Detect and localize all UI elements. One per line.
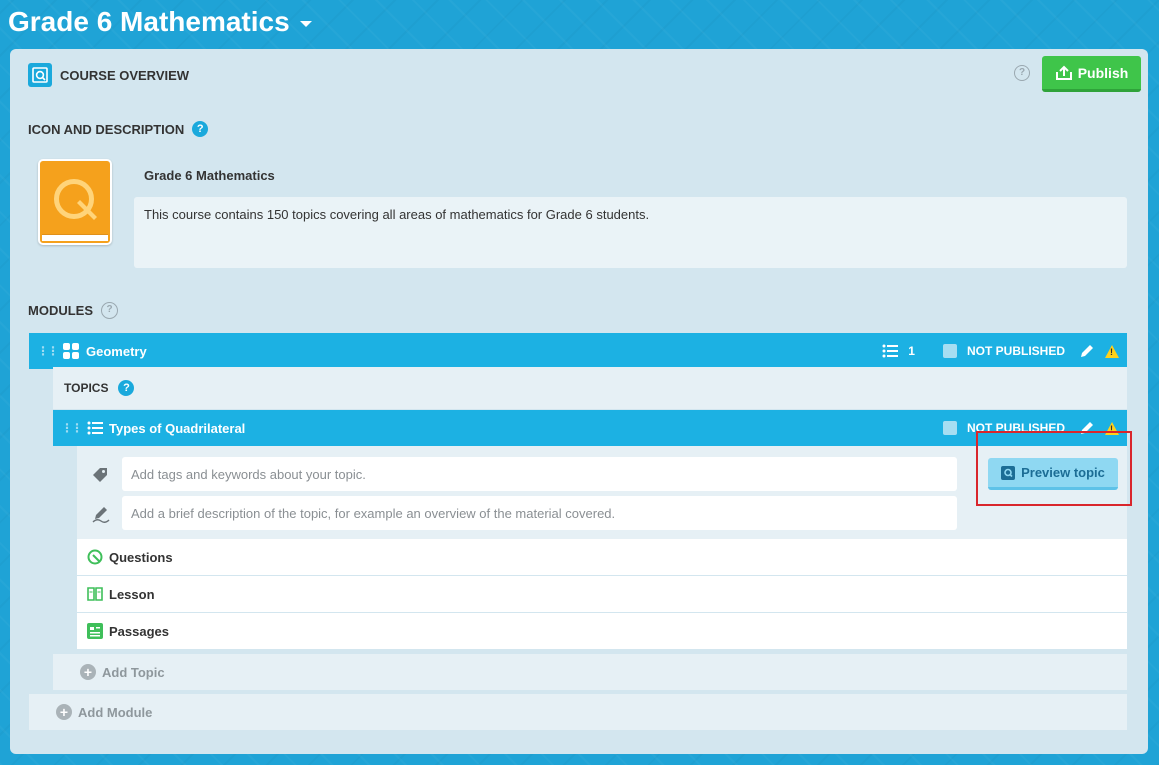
module-bar-actions: 1 NOT PUBLISHED ! [882,333,1119,369]
panel-header: COURSE OVERVIEW [28,63,189,87]
module-topic-count: 1 [908,344,915,358]
module-grid-icon [63,343,79,359]
topics-label: TOPICS [64,381,109,395]
icon-description-help-icon[interactable]: ? [192,121,209,137]
topic-name: Types of Quadrilateral [109,420,246,436]
course-name[interactable]: Grade 6 Mathematics [144,168,275,183]
add-module-button[interactable]: + Add Module [29,694,1127,730]
add-module-label: Add Module [78,704,153,720]
content-row-lesson[interactable]: Lesson [77,576,1127,612]
tag-icon [93,468,107,482]
topics-help-icon[interactable]: ? [118,380,135,396]
warning-icon[interactable]: ! [1105,344,1119,358]
lesson-book-icon [87,587,103,601]
passages-icon [87,623,103,639]
module-bar-geometry[interactable]: ⋮⋮ Geometry 1 NOT PUBLISHED ! [29,333,1127,369]
add-topic-plus-icon: + [80,664,96,680]
publish-label: Publish [1077,64,1129,81]
topic-tags-input[interactable]: Add tags and keywords about your topic. [122,457,957,491]
content-label-questions: Questions [109,549,173,565]
preview-highlight-box [976,431,1132,506]
icon-description-label: ICON AND DESCRIPTION [28,121,185,137]
caret-down-icon [299,21,312,27]
topics-heading: TOPICS ? [53,367,1127,409]
panel-title: COURSE OVERVIEW [60,67,190,83]
drag-handle-icon[interactable]: ⋮⋮ [37,344,59,358]
topic-list-icon [87,421,103,435]
content-label-lesson: Lesson [109,586,155,602]
icon-description-heading: ICON AND DESCRIPTION ? [28,121,209,137]
topic-drag-handle-icon[interactable]: ⋮⋮ [61,421,83,435]
add-topic-label: Add Topic [102,664,165,680]
course-description-field[interactable]: This course contains 150 topics covering… [134,197,1127,268]
course-overview-icon [28,63,52,87]
overview-help-icon[interactable]: ? [1014,65,1030,81]
modules-label: MODULES [28,303,93,318]
add-module-plus-icon: + [56,704,72,720]
modules-help-icon[interactable]: ? [101,302,118,319]
course-book-pages [42,234,108,241]
course-title: Grade 6 Mathematics [8,6,290,37]
publish-button[interactable]: Publish [1042,56,1141,92]
course-book-icon[interactable] [38,159,112,245]
module-status: NOT PUBLISHED [966,344,1065,358]
content-label-passages: Passages [109,623,169,639]
course-overview-panel: COURSE OVERVIEW ? Publish ICON AND DESCR… [10,49,1148,754]
content-row-passages[interactable]: Passages [77,613,1127,649]
course-title-dropdown[interactable]: Grade 6 Mathematics [8,6,312,38]
topic-description-input[interactable]: Add a brief description of the topic, fo… [122,496,957,530]
content-row-questions[interactable]: Questions [77,539,1127,575]
add-topic-button[interactable]: + Add Topic [53,654,1127,690]
edit-pencil-icon[interactable] [1079,343,1095,359]
topic-not-published-icon [942,421,957,435]
module-name: Geometry [86,343,147,359]
upload-icon [1055,65,1072,80]
pencil-icon [77,200,97,220]
not-published-icon [942,344,957,358]
topic-bar-types-of-quadrilateral[interactable]: ⋮⋮ Types of Quadrilateral NOT PUBLISHED … [53,410,1127,446]
modules-heading: MODULES ? [28,302,118,319]
list-icon [882,344,899,358]
questions-icon [87,549,103,565]
description-pen-icon [92,507,110,523]
